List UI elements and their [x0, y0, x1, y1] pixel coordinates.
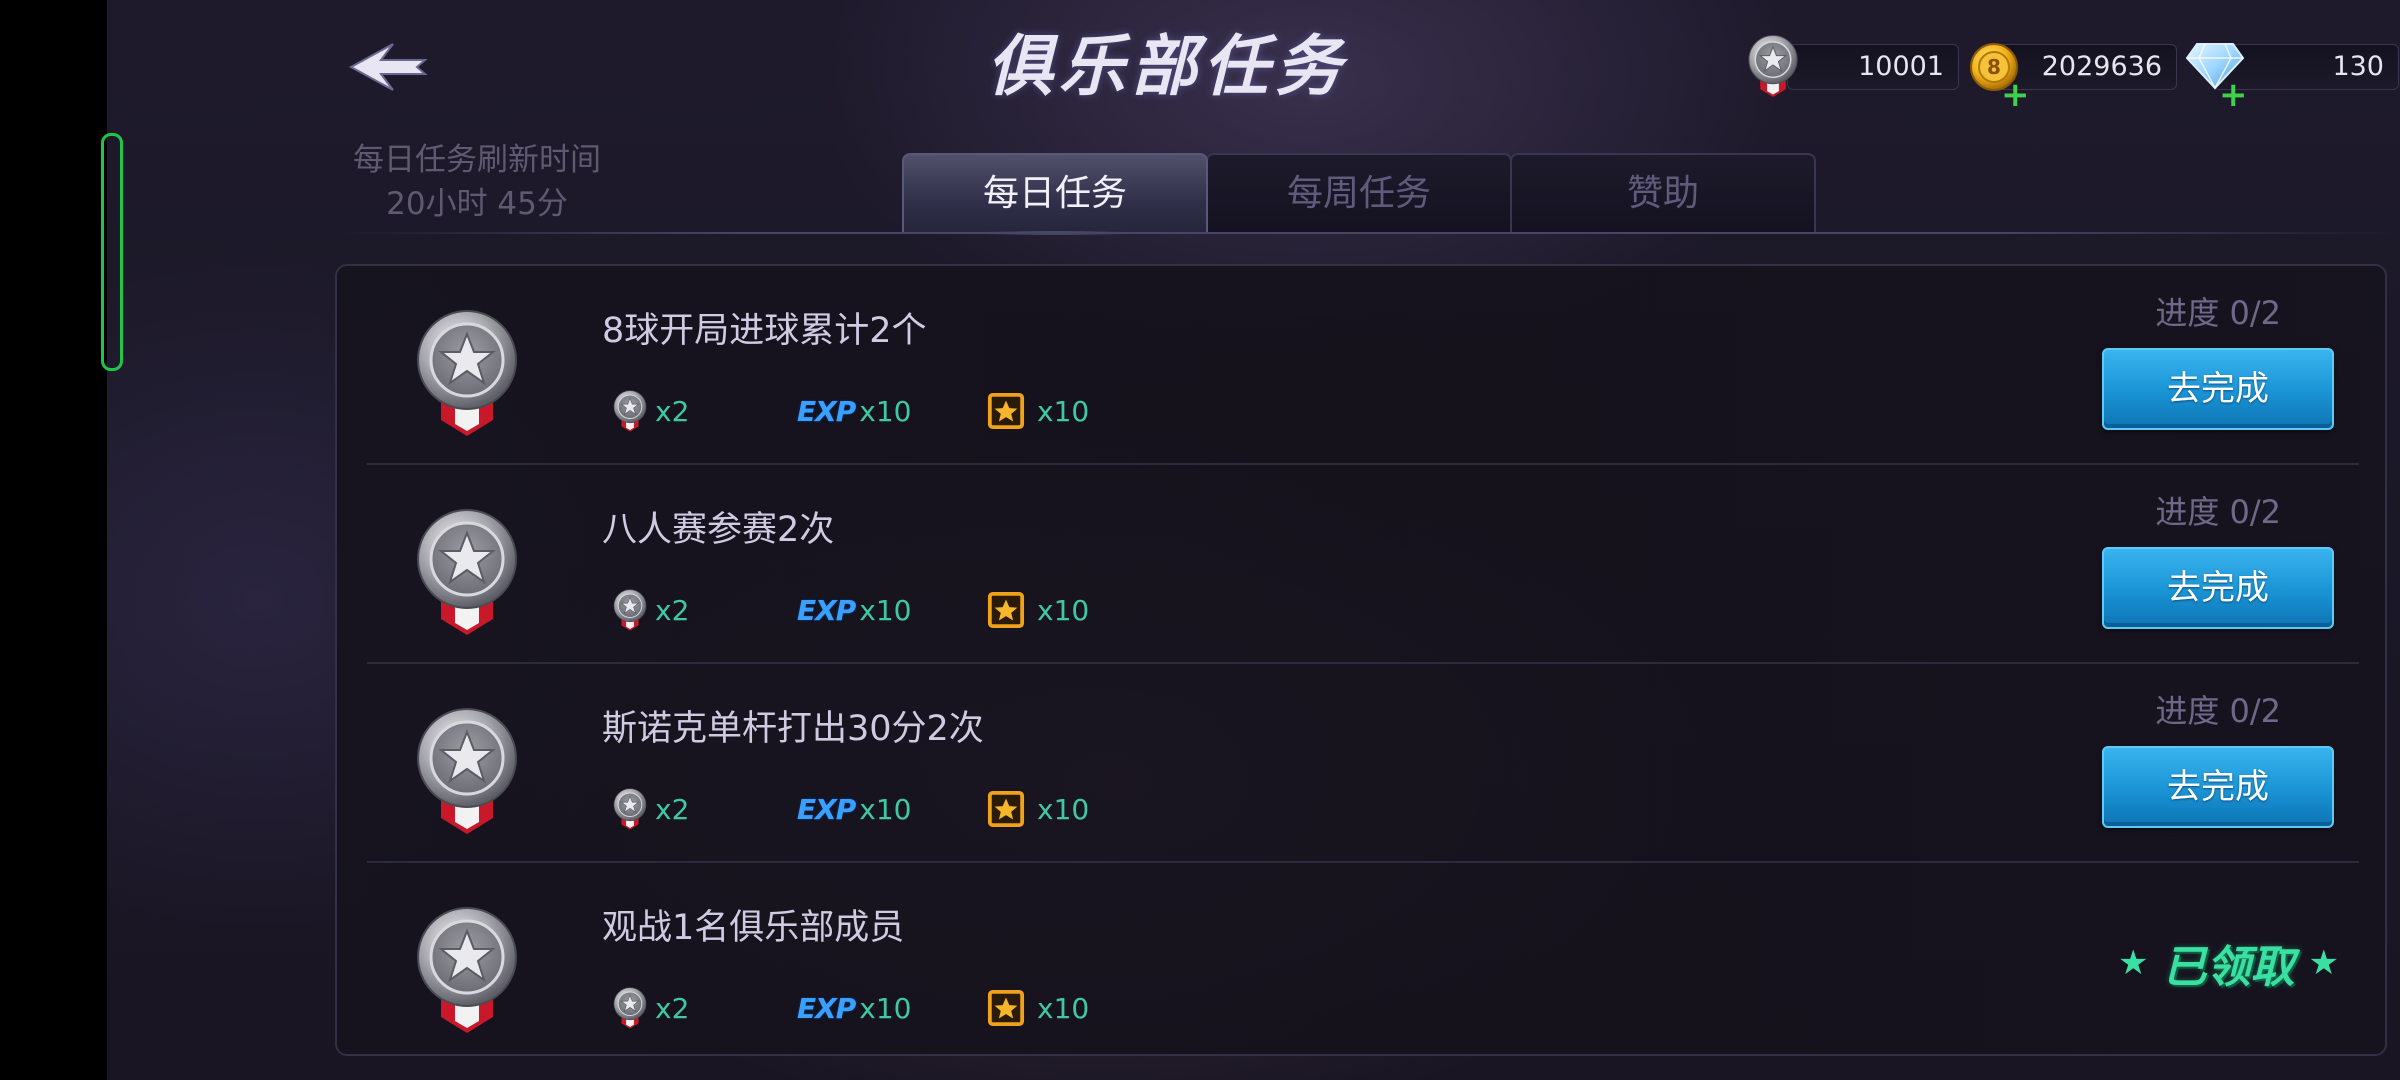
reward-medal: x2 — [613, 585, 689, 635]
task-row: 斯诺克单杆打出30分2次 x2 EXP x10 x10 进度 0/2 去完成 — [337, 664, 2385, 863]
reward-exp: EXP x10 — [797, 784, 911, 834]
go-complete-button[interactable]: 去完成 — [2102, 547, 2334, 629]
reward-exp-amount: x10 — [859, 991, 912, 1025]
reward-badge: x10 — [987, 983, 1089, 1033]
reward-badge-amount: x10 — [1037, 991, 1090, 1025]
svg-text:8: 8 — [1987, 55, 2001, 79]
page-title: 俱乐部任务 — [987, 28, 1347, 105]
tab-sponsor[interactable]: 赞助 — [1510, 153, 1816, 233]
task-progress: 进度 0/2 — [2155, 294, 2281, 332]
task-medal-icon — [415, 308, 519, 438]
reward-badge: x10 — [987, 585, 1089, 635]
task-medal-icon — [415, 706, 519, 836]
reward-badge: x10 — [987, 784, 1089, 834]
task-title: 8球开局进球累计2个 — [602, 311, 927, 351]
task-progress: 进度 0/2 — [2155, 692, 2281, 730]
star-badge-icon — [987, 989, 1025, 1027]
claimed-label: 已领取 — [2162, 942, 2295, 993]
exp-icon: EXP — [797, 991, 856, 1025]
task-row: 八人赛参赛2次 x2 EXP x10 x10 进度 0/2 去完成 — [337, 465, 2385, 664]
reward-medal: x2 — [613, 386, 689, 436]
reward-exp-amount: x10 — [859, 394, 912, 428]
reward-exp-amount: x10 — [859, 792, 912, 826]
star-icon: ★ — [2118, 943, 2149, 983]
reward-exp: EXP x10 — [797, 386, 911, 436]
star-badge-icon — [987, 790, 1025, 828]
game-screen: 俱乐部任务 10001 2029636 8 + 130 + 每日任务刷新时间 2… — [101, 0, 2400, 1080]
task-list: 8球开局进球累计2个 x2 EXP x10 x10 进度 0/2 去完成 八人赛… — [335, 264, 2387, 1056]
star-badge-icon — [987, 591, 1025, 629]
star-icon: ★ — [2308, 943, 2339, 983]
exp-icon: EXP — [797, 593, 856, 627]
refresh-info: 每日任务刷新时间 20小时 45分 — [327, 138, 627, 226]
tab-weekly[interactable]: 每周任务 — [1206, 153, 1512, 233]
back-arrow-icon[interactable] — [345, 38, 429, 96]
medal-icon — [1747, 34, 1799, 98]
claimed-status: ★ 已领取 ★ — [2118, 931, 2339, 995]
reward-badge-amount: x10 — [1037, 394, 1090, 428]
medal-currency-display: 10001 — [1787, 44, 1959, 90]
device-edge-indicator — [101, 133, 123, 371]
reward-medal-icon — [613, 787, 647, 831]
refresh-label: 每日任务刷新时间 — [353, 142, 601, 178]
task-title: 观战1名俱乐部成员 — [602, 908, 905, 948]
reward-medal-icon — [613, 389, 647, 433]
task-progress: 进度 0/2 — [2155, 493, 2281, 531]
task-title: 斯诺克单杆打出30分2次 — [602, 709, 984, 749]
exp-icon: EXP — [797, 792, 856, 826]
reward-exp-amount: x10 — [859, 593, 912, 627]
tab-underline — [337, 232, 2397, 234]
refresh-time: 20小时 45分 — [386, 186, 568, 222]
reward-medal-icon — [613, 588, 647, 632]
tab-daily[interactable]: 每日任务 — [902, 153, 1208, 235]
reward-medal-amount: x2 — [655, 394, 690, 428]
task-tabs: 每日任务 每周任务 赞助 — [902, 153, 1816, 235]
star-badge-icon — [987, 392, 1025, 430]
coin-count: 2029636 — [2041, 51, 2162, 82]
reward-medal: x2 — [613, 983, 689, 1033]
reward-medal-amount: x2 — [655, 991, 690, 1025]
add-diamond-icon[interactable]: + — [2219, 78, 2248, 112]
task-row: 8球开局进球累计2个 x2 EXP x10 x10 进度 0/2 去完成 — [337, 266, 2385, 465]
task-medal-icon — [415, 905, 519, 1035]
task-row: 观战1名俱乐部成员 x2 EXP x10 x10 ★ 已领取 ★ — [337, 863, 2385, 1056]
exp-icon: EXP — [797, 394, 856, 428]
diamond-count: 130 — [2332, 51, 2384, 82]
reward-medal-amount: x2 — [655, 792, 690, 826]
reward-exp: EXP x10 — [797, 983, 911, 1033]
reward-badge-amount: x10 — [1037, 593, 1090, 627]
reward-exp: EXP x10 — [797, 585, 911, 635]
reward-medal: x2 — [613, 784, 689, 834]
reward-badge: x10 — [987, 386, 1089, 436]
task-title: 八人赛参赛2次 — [602, 510, 835, 550]
go-complete-button[interactable]: 去完成 — [2102, 746, 2334, 828]
reward-badge-amount: x10 — [1037, 792, 1090, 826]
go-complete-button[interactable]: 去完成 — [2102, 348, 2334, 430]
task-medal-icon — [415, 507, 519, 637]
reward-medal-icon — [613, 986, 647, 1030]
medal-count: 10001 — [1858, 51, 1944, 82]
add-coin-icon[interactable]: + — [2001, 78, 2030, 112]
reward-medal-amount: x2 — [655, 593, 690, 627]
